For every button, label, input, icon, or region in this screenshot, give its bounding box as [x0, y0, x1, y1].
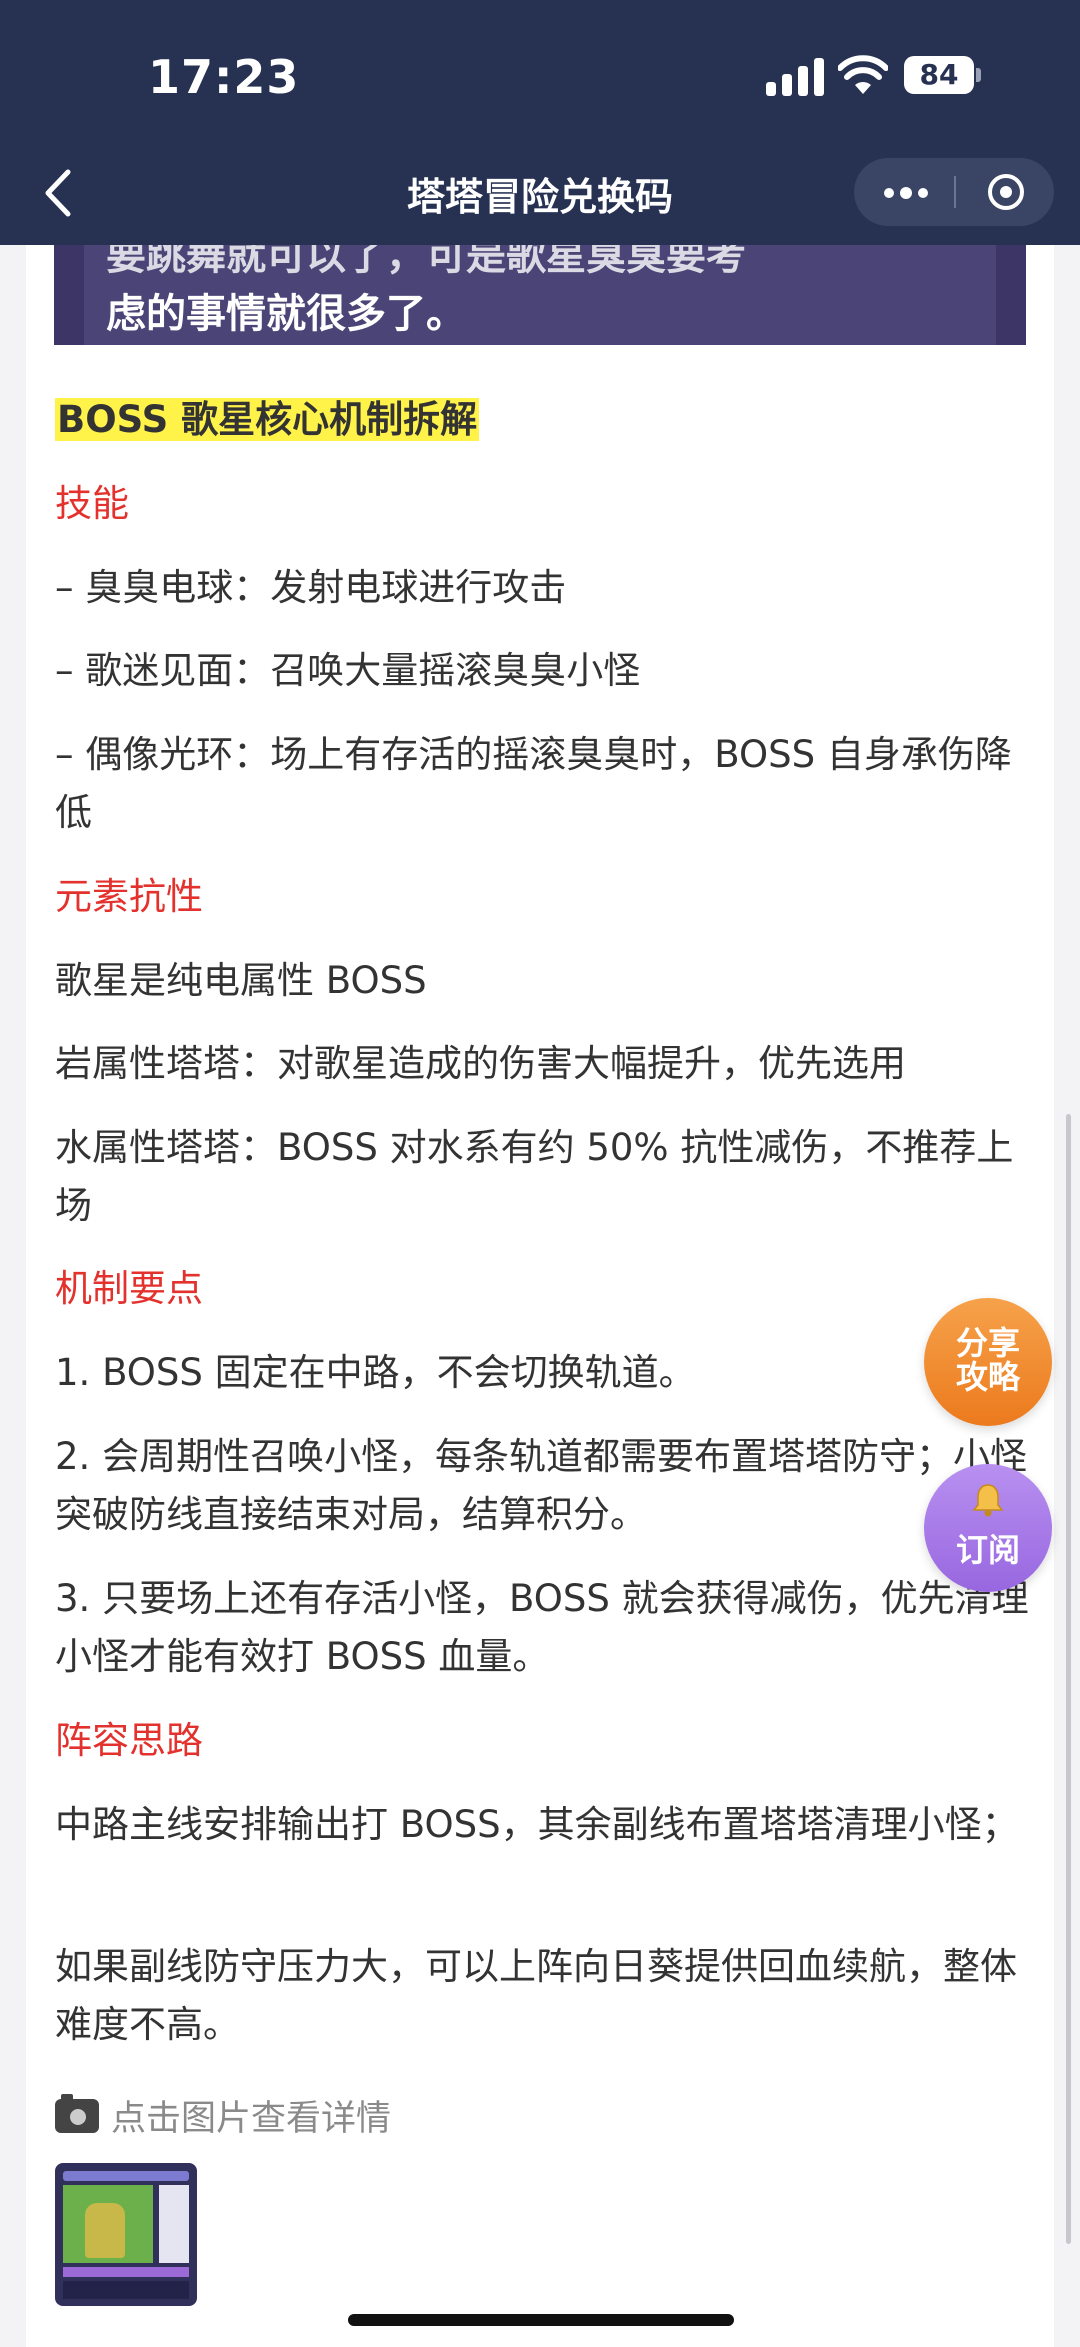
camera-icon: [55, 2093, 99, 2133]
skill-item-2: – 歌迷见面：召唤大量摇滚臭臭小怪: [55, 649, 641, 692]
section-heading: BOSS 歌星核心机制拆解: [55, 391, 1030, 449]
element-item-2: 岩属性塔塔：对歌星造成的伤害大幅提升，优先选用: [55, 1042, 906, 1085]
capsule-divider: [954, 176, 956, 208]
target-icon[interactable]: [988, 174, 1024, 210]
view-image-link[interactable]: 点击图片查看详情: [55, 2090, 391, 2141]
wifi-icon: [838, 55, 888, 94]
skills-title: 技能: [55, 482, 129, 525]
scrollbar[interactable]: [1066, 1114, 1071, 2244]
signal-icon: [766, 56, 828, 96]
element-item-1: 歌星是纯电属性 BOSS: [55, 959, 427, 1002]
element-title: 元素抗性: [55, 875, 203, 918]
element-item-3: 水属性塔塔：BOSS 对水系有约 50% 抗性减伤，不推荐上场: [55, 1126, 1014, 1227]
banner-line-2: 虑的事情就很多了。: [106, 291, 466, 337]
more-icon[interactable]: [854, 158, 954, 226]
boss-card-thumbnail[interactable]: [55, 2163, 197, 2306]
share-guide-button[interactable]: 分享 攻略: [924, 1298, 1052, 1426]
view-image-label: 点击图片查看详情: [111, 2099, 392, 2139]
banner-text: 要跳舞就可以了，可是歌星臭臭要考 虑的事情就很多了。: [106, 245, 746, 343]
skill-item-1: – 臭臭电球：发射电球进行攻击: [55, 566, 567, 609]
subscribe-button[interactable]: 订阅: [924, 1464, 1052, 1592]
top-bar: 17:23 84 塔塔冒险兑换码: [0, 0, 1080, 245]
status-time: 17:23: [148, 50, 300, 104]
lineup-title: 阵容思路: [55, 1719, 203, 1762]
battery-tip: [976, 68, 981, 82]
lineup-item-2: 如果副线防守压力大，可以上阵向日葵提供回血续航，整体难度不高。: [55, 1945, 1017, 2046]
mechanics-item-3: 3. 只要场上还有存活小怪，BOSS 就会获得减伤，优先清理小怪才能有效打 BO…: [55, 1577, 1029, 1678]
skill-item-3: – 偶像光环：场上有存活的摇滚臭臭时，BOSS 自身承伤降低: [55, 733, 1012, 834]
highlighted-heading: BOSS 歌星核心机制拆解: [55, 398, 480, 441]
banner-image[interactable]: 要跳舞就可以了，可是歌星臭臭要考 虑的事情就很多了。: [54, 245, 1026, 345]
share-label-line-2: 攻略: [955, 1358, 1020, 1396]
mechanics-title: 机制要点: [55, 1267, 203, 1310]
article-card: 要跳舞就可以了，可是歌星臭臭要考 虑的事情就很多了。 BOSS 歌星核心机制拆解…: [26, 245, 1054, 2347]
mechanics-item-1: 1. BOSS 固定在中路，不会切换轨道。: [55, 1351, 696, 1394]
banner-line-1: 要跳舞就可以了，可是歌星臭臭要考: [106, 245, 746, 279]
lineup-item-1: 中路主线安排输出打 BOSS，其余副线布置塔塔清理小怪；: [55, 1803, 1019, 1846]
home-indicator[interactable]: [348, 2314, 734, 2326]
share-label-line-1: 分享: [955, 1324, 1020, 1362]
mechanics-item-2: 2. 会周期性召唤小怪，每条轨道都需要布置塔塔防守；小怪突破防线直接结束对局，结…: [55, 1435, 1028, 1536]
subscribe-label: 订阅: [955, 1531, 1020, 1569]
battery-icon: 84: [904, 56, 974, 94]
mini-program-capsule: [854, 158, 1054, 226]
bell-icon: [972, 1484, 1004, 1517]
